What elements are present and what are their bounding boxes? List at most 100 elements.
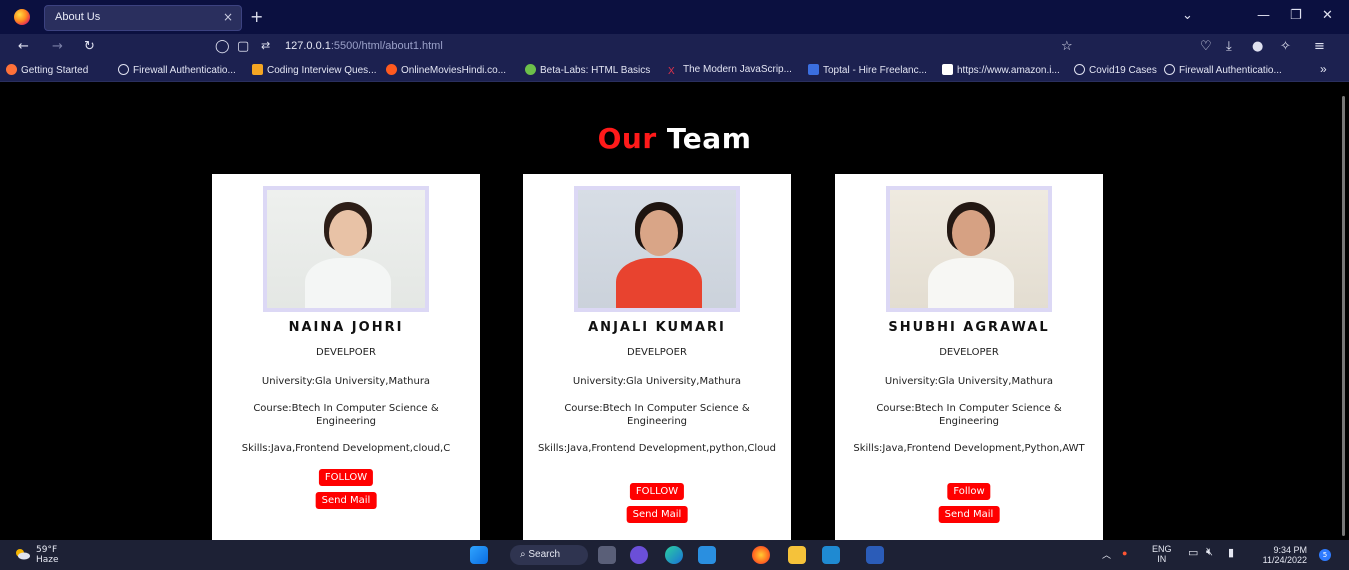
member-role: DEVELOPER <box>939 347 999 358</box>
page-content: Our Team NAINA JOHRI DEVELPOER Universit… <box>0 82 1349 540</box>
bookmark-item[interactable]: Beta-Labs: HTML Basics <box>525 64 650 76</box>
pocket-icon[interactable]: ♡ <box>1200 39 1212 54</box>
send-mail-button[interactable]: Send Mail <box>315 492 377 509</box>
firefox-taskbar-icon[interactable] <box>752 546 770 564</box>
file-explorer-icon[interactable] <box>788 546 806 564</box>
member-course: Course:Btech In Computer Science & Engin… <box>564 403 750 427</box>
reload-icon[interactable]: ↻ <box>84 39 95 54</box>
team-card: NAINA JOHRI DEVELPOER University:Gla Uni… <box>212 174 480 540</box>
amazon-icon <box>942 64 953 75</box>
bookmark-item[interactable]: Getting Started <box>6 64 88 76</box>
globe-icon <box>118 64 129 75</box>
page-title: Our Team <box>0 122 1349 155</box>
member-skills: Skills:Java,Frontend Development,python,… <box>538 443 776 454</box>
word-icon[interactable] <box>866 546 884 564</box>
store-icon[interactable] <box>698 546 716 564</box>
task-view-icon[interactable] <box>598 546 616 564</box>
member-course: Course:Btech In Computer Science & Engin… <box>876 403 1062 427</box>
bookmarks-toolbar: Getting Started Firewall Authenticatio..… <box>0 60 1349 82</box>
bookmark-item[interactable]: Coding Interview Ques... <box>252 64 377 76</box>
close-window-button[interactable]: ✕ <box>1322 8 1333 23</box>
globe-icon <box>1164 64 1175 75</box>
bookmark-item[interactable]: OnlineMoviesHindi.co... <box>386 64 506 76</box>
url-text[interactable]: 127.0.0.1:5500/html/about1.html <box>285 40 443 52</box>
member-university: University:Gla University,Mathura <box>261 376 431 387</box>
bookmark-icon <box>386 64 397 75</box>
globe-icon <box>1074 64 1085 75</box>
bookmark-icon <box>252 64 263 75</box>
downloads-icon[interactable]: ⤓ <box>1226 39 1232 54</box>
teams-icon[interactable] <box>630 546 648 564</box>
display-icon[interactable]: ▭ <box>1188 546 1198 559</box>
tab-close-icon[interactable]: × <box>223 10 233 24</box>
bookmarks-overflow-icon[interactable]: » <box>1320 62 1327 76</box>
forward-icon[interactable]: → <box>52 39 63 54</box>
bookmark-icon <box>525 64 536 75</box>
page-title-white: Team <box>666 122 752 155</box>
bookmark-icon <box>6 64 17 75</box>
edge-icon[interactable] <box>665 546 683 564</box>
bookmark-item[interactable]: https://www.amazon.i... <box>942 64 1060 76</box>
page-icon: ▢ <box>237 39 250 54</box>
follow-button[interactable]: FOLLOW <box>318 469 374 486</box>
member-name: SHUBHI AGRAWAL <box>888 320 1050 335</box>
follow-button[interactable]: Follow <box>947 483 991 500</box>
vscode-icon[interactable] <box>822 546 840 564</box>
team-card: ANJALI KUMARI DEVELPOER University:Gla U… <box>523 174 791 540</box>
tab-strip: About Us × + ⌄ — ❐ ✕ <box>0 0 1349 34</box>
member-photo <box>263 186 429 312</box>
member-skills: Skills:Java,Frontend Development,cloud,C <box>241 443 451 454</box>
permissions-icon[interactable]: ⇄ <box>261 39 270 52</box>
menu-icon[interactable]: ≡ <box>1314 39 1325 54</box>
weather-condition: Haze <box>36 555 59 565</box>
network-alert-icon[interactable]: ● <box>1122 548 1127 558</box>
bookmark-icon: X <box>668 66 675 77</box>
tray-overflow-icon[interactable]: ︿ <box>1102 548 1111 561</box>
send-mail-button[interactable]: Send Mail <box>938 506 1000 523</box>
bookmark-item[interactable]: X The Modern JavaScrip... <box>668 64 792 77</box>
tab-about-us[interactable]: About Us × <box>44 5 242 31</box>
volume-muted-icon[interactable]: 🔇︎ <box>1206 546 1213 559</box>
page-title-red: Our <box>597 122 657 155</box>
page-scrollbar[interactable] <box>1342 96 1345 536</box>
notification-badge[interactable]: 5 <box>1319 549 1331 561</box>
tab-title: About Us <box>55 11 101 23</box>
member-name: NAINA JOHRI <box>288 320 404 335</box>
windows-start-icon[interactable] <box>470 546 488 564</box>
bookmark-item[interactable]: Firewall Authenticatio... <box>118 64 236 76</box>
firefox-logo-icon <box>14 9 30 25</box>
bookmark-item[interactable]: Covid19 Cases <box>1074 64 1157 76</box>
weather-temp: 59°F <box>36 545 58 555</box>
bookmark-star-icon[interactable]: ☆ <box>1061 39 1073 54</box>
member-university: University:Gla University,Mathura <box>572 376 742 387</box>
taskbar-search[interactable]: ⌕ Search <box>510 545 588 565</box>
account-icon[interactable]: ● <box>1252 39 1263 54</box>
address-bar[interactable]: ◯ ▢ ⇄ 127.0.0.1:5500/html/about1.html ☆ <box>205 37 1085 57</box>
member-photo <box>886 186 1052 312</box>
team-card: SHUBHI AGRAWAL DEVELOPER University:Gla … <box>835 174 1103 540</box>
weather-haze-icon <box>16 549 30 560</box>
restore-button[interactable]: ❐ <box>1290 8 1302 23</box>
back-icon[interactable]: ← <box>18 39 29 54</box>
bookmark-item[interactable]: Toptal - Hire Freelanc... <box>808 64 927 76</box>
battery-icon[interactable]: ▮ <box>1228 546 1234 559</box>
browser-window: About Us × + ⌄ — ❐ ✕ ← → ↻ ◯ ▢ ⇄ 127.0.0… <box>0 0 1349 570</box>
shield-icon[interactable]: ◯ <box>215 39 230 54</box>
member-name: ANJALI KUMARI <box>588 320 726 335</box>
follow-button[interactable]: FOLLOW <box>629 483 685 500</box>
system-clock[interactable]: 9:34 PM 11/24/2022 <box>1263 545 1307 565</box>
extensions-icon[interactable]: ✧ <box>1280 39 1291 54</box>
member-skills: Skills:Java,Frontend Development,Python,… <box>853 443 1085 454</box>
minimize-button[interactable]: — <box>1257 8 1270 23</box>
list-all-tabs-icon[interactable]: ⌄ <box>1182 8 1193 23</box>
member-university: University:Gla University,Mathura <box>884 376 1054 387</box>
language-indicator[interactable]: ENG IN <box>1152 544 1172 564</box>
bookmark-item[interactable]: Firewall Authenticatio... <box>1164 64 1282 76</box>
bookmark-icon <box>808 64 819 75</box>
member-role: DEVELPOER <box>316 347 376 358</box>
member-role: DEVELPOER <box>627 347 687 358</box>
weather-widget[interactable]: 59°F Haze <box>16 545 59 565</box>
send-mail-button[interactable]: Send Mail <box>626 506 688 523</box>
navigation-bar: ← → ↻ ◯ ▢ ⇄ 127.0.0.1:5500/html/about1.h… <box>0 34 1349 60</box>
new-tab-button[interactable]: + <box>250 7 263 26</box>
